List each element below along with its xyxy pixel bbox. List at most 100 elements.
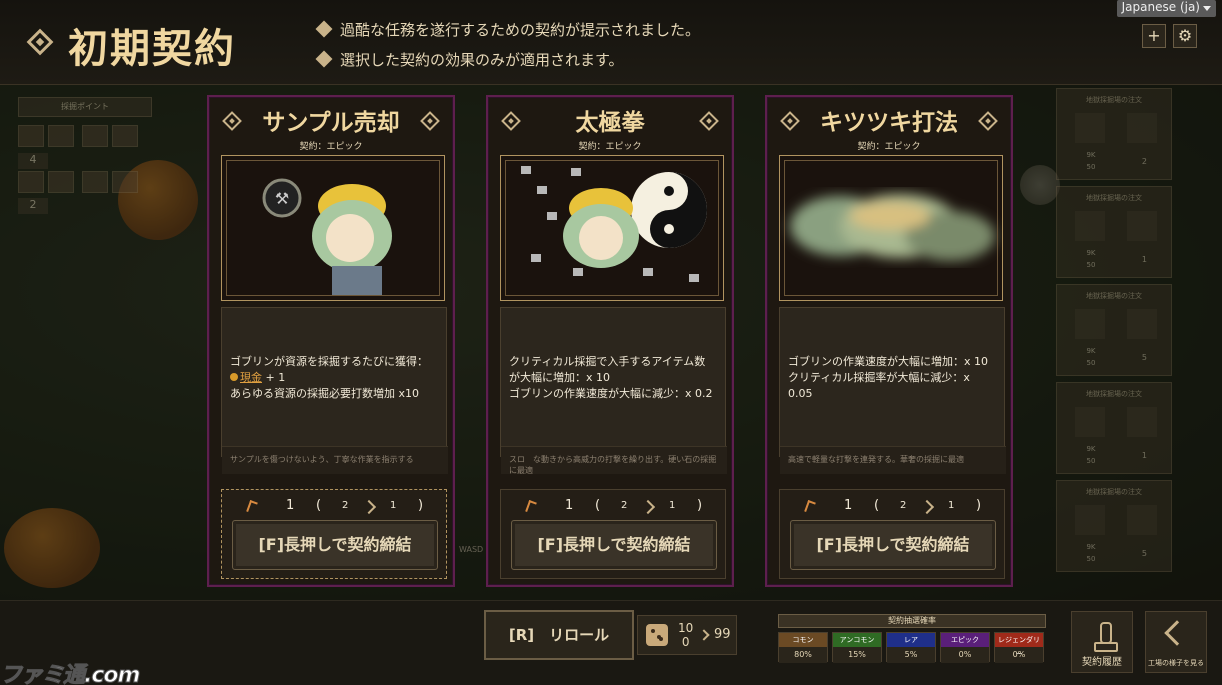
order-reward: 1 (1141, 255, 1147, 264)
card-rarity: 契約：エピック (299, 142, 363, 152)
note-item: 過酷な任務を遂行するための契約が提示されました。 (315, 14, 700, 44)
contract-counter: 1 ( 2 1 ) (222, 498, 448, 516)
mining-points-title: 採掘ポイント (18, 97, 152, 117)
pickaxe-icon (525, 499, 537, 515)
card-description: ゴブリンの作業速度が大幅に増加：x 10 クリティカル採掘率が大幅に減少：x 0… (779, 307, 1006, 474)
mining-points-panel: 採掘ポイント 4 2 (18, 97, 152, 217)
order-title: 地獄採掘場の注文 (1086, 96, 1142, 104)
sign-contract-button[interactable]: [F]長押しで契約締結 (232, 520, 438, 570)
flavor-text: スロ な動きから高威力の打撃を繰り出す。硬い石の採掘に最適 (501, 446, 727, 475)
header-notes: 過酷な任務を遂行するための契約が提示されました。 選択した契約の効果のみが適用さ… (315, 14, 700, 74)
order-card: 地獄採掘場の注文 9K 50 5 (1056, 480, 1172, 572)
reroll-button[interactable]: [R] リロール (484, 610, 634, 660)
order-amount: 9K 50 (1086, 543, 1096, 563)
order-goblin-portrait (1127, 505, 1157, 535)
card-footer: 1 ( 2 1 ) [F]長押しで契約締結 (221, 489, 447, 579)
diamond-icon (26, 28, 54, 56)
prob-legendary: レジェンダリー 0% (994, 632, 1044, 663)
orders-panel: 地獄採掘場の注文 9K 50 2 地獄採掘場の注文 9K 50 1 地獄採掘場の注文… (1056, 88, 1172, 580)
card-title: キツツキ打法 (820, 110, 958, 136)
card-footer: 1 ( 2 1 ) [F]長押しで契約締結 (500, 489, 726, 579)
order-reward: 5 (1141, 353, 1147, 362)
order-title: 地獄採掘場の注文 (1086, 292, 1142, 300)
order-resource-icon (1075, 309, 1105, 339)
probability-title: 契約抽選確率 (778, 614, 1046, 628)
card-description: クリティカル採掘で入手するアイテム数 が大幅に増加：x 10 ゴブリンの作業速度… (500, 307, 727, 475)
order-goblin-portrait (1127, 211, 1157, 241)
stamp-icon (1094, 622, 1118, 652)
order-amount: 9K 50 (1086, 347, 1096, 367)
arrow-icon (640, 499, 656, 515)
arrow-icon (919, 499, 935, 515)
resource-slot (18, 171, 44, 193)
effect-text: ゴブリンが資源を採掘するたびに獲得： 現金 + 1 あらゆる資源の採掘必要打数増… (230, 355, 428, 400)
dice-values: 10 0 (678, 621, 694, 649)
order-amount: 9K 50 (1086, 249, 1096, 269)
bottom-bar: [R] リロール 10 0 99 契約抽選確率 コモン 80% アンコモン 15… (0, 600, 1222, 685)
view-workshop-button[interactable]: 工場の様子を見る (1145, 611, 1207, 673)
pickaxe-icon (804, 499, 816, 515)
order-resource-icon (1075, 211, 1105, 241)
effect-text: クリティカル採掘で入手するアイテム数 が大幅に増加：x 10 ゴブリンの作業速度… (509, 355, 713, 400)
contract-counter: 1 ( 2 1 ) (501, 498, 727, 516)
mining-row-1 (18, 125, 152, 147)
contract-history-button[interactable]: 契約履歴 (1071, 611, 1133, 673)
sign-contract-button[interactable]: [F]長押しで契約締結 (790, 520, 996, 570)
order-amount: 9K 50 (1086, 445, 1096, 465)
watermark-logo: ファミ通.com (0, 663, 141, 685)
plus-button[interactable]: + (1142, 24, 1166, 48)
diamond-bullet-icon (315, 20, 333, 38)
order-resource-icon (1075, 113, 1105, 143)
mining-count-1: 4 (18, 153, 48, 169)
coin-icon (230, 373, 238, 381)
order-goblin-portrait (1127, 407, 1157, 437)
language-select[interactable]: Japanese (ja) (1116, 0, 1216, 17)
effect-text: ゴブリンの作業速度が大幅に増加：x 10 クリティカル採掘率が大幅に減少：x 0… (788, 355, 989, 400)
order-goblin-portrait (1127, 113, 1157, 143)
contract-counter: 1 ( 2 1 ) (780, 498, 1006, 516)
contract-probability-panel: 契約抽選確率 コモン 80% アンコモン 15% レア 5% エピック 0% レ… (778, 614, 1046, 666)
cash-link[interactable]: 現金 (240, 371, 262, 384)
order-title: 地獄採掘場の注文 (1086, 390, 1142, 398)
order-amount: 9K 50 (1086, 151, 1096, 171)
card-illustration (779, 155, 1003, 301)
arrow-icon (698, 629, 710, 641)
header-bar: 初期契約 過酷な任務を遂行するための契約が提示されました。 選択した契約の効果の… (0, 0, 1222, 85)
contract-card-woodpecker[interactable]: キツツキ打法 契約：エピック ゴブリンの作業速度が大幅に増加：x 10 クリティ… (765, 95, 1013, 587)
order-card: 地獄採掘場の注文 9K 50 5 (1056, 284, 1172, 376)
dice-icon (646, 624, 668, 646)
arrow-icon (361, 499, 377, 515)
card-rarity: 契約：エピック (857, 142, 921, 152)
mining-count-2: 2 (18, 198, 48, 214)
order-reward: 5 (1141, 549, 1147, 558)
resource-slot (112, 125, 138, 147)
resource-slot (48, 125, 74, 147)
order-reward: 1 (1141, 451, 1147, 460)
card-footer: 1 ( 2 1 ) [F]長押しで契約締結 (779, 489, 1005, 579)
gear-icon: ⚙ (1177, 26, 1193, 45)
order-card: 地獄採掘場の注文 9K 50 2 (1056, 88, 1172, 180)
flavor-text: 高速で軽量な打撃を連発する。華奢の採掘に最適 (780, 446, 1006, 474)
pickaxe-icon (246, 499, 258, 515)
chevron-left-icon (1164, 620, 1190, 646)
order-card: 地獄採掘場の注文 9K 50 1 (1056, 382, 1172, 474)
order-goblin-portrait (1127, 309, 1157, 339)
resource-slot (48, 171, 74, 193)
order-resource-icon (1075, 505, 1105, 535)
card-title: サンプル売却 (262, 110, 400, 136)
card-description: ゴブリンが資源を採掘するたびに獲得： 現金 + 1 あらゆる資源の採掘必要打数増… (221, 307, 448, 474)
sign-contract-button[interactable]: [F]長押しで契約締結 (511, 520, 717, 570)
reroll-cost: 10 0 99 (637, 615, 737, 655)
settings-button[interactable]: ⚙ (1173, 24, 1197, 48)
card-illustration (500, 155, 724, 301)
contract-card-taichi[interactable]: 太極拳 契約：エピック クリティカル採掘で入手するアイテム数 が大幅に増加：x … (486, 95, 734, 587)
contract-card-sample-sale[interactable]: サンプル売却 契約：エピック ⚒ ゴブリンが資源を採掘するたびに獲得： 現金 +… (207, 95, 455, 587)
card-rarity: 契約：エピック (578, 142, 642, 152)
prob-rare: レア 5% (886, 632, 936, 663)
mining-row-2 (18, 171, 152, 193)
flavor-text: サンプルを傷つけないよう、丁寧な作業を指示する (222, 446, 448, 474)
diamond-bullet-icon (315, 50, 333, 68)
prob-epic: エピック 0% (940, 632, 990, 663)
note-item: 選択した契約の効果のみが適用されます。 (315, 44, 700, 74)
resource-slot (82, 125, 108, 147)
